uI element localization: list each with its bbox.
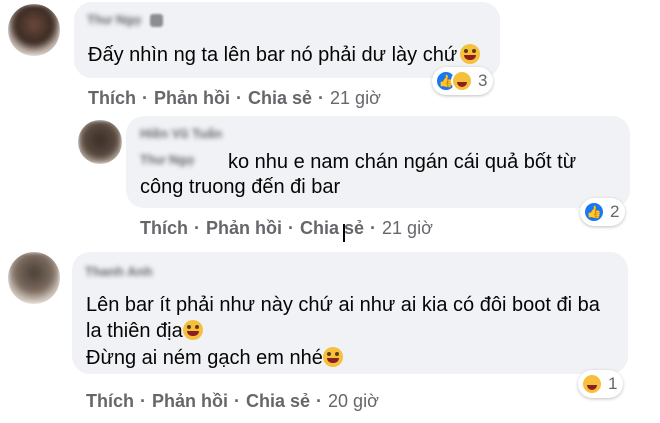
share-button[interactable]: Chia sẻ [300,218,364,238]
like-button[interactable]: Thích [140,218,188,238]
avatar[interactable] [78,120,122,164]
reply-button[interactable]: Phản hồi [152,391,228,411]
comment-text: ko nhu e nam chán ngán cái quả bốt từ [228,151,577,173]
comment-text: Đừng ai ném gạch em nhé [86,345,343,371]
avatar[interactable] [8,252,60,304]
comment-text: Lên bar ít phải như này chứ ai như ai ki… [86,294,600,316]
comment-actions: Thích · Phản hồi · Chia sẻ · 21 giờ [140,218,433,239]
comment-timestamp[interactable]: 20 giờ [328,391,379,411]
separator: · [318,88,325,108]
separator: · [316,391,323,411]
reaction-summary[interactable]: 👍 3 [432,67,494,95]
badge-icon [150,14,163,27]
comment-timestamp[interactable]: 21 giờ [382,218,433,238]
avatar[interactable] [8,4,60,56]
grin-emoji-icon [460,44,481,64]
comment-bubble: Thanh Anh Lên bar ít phải như này chứ ai… [72,252,628,374]
comment-author[interactable]: Hiền Vũ Tuấn [140,126,222,141]
like-button[interactable]: Thích [88,88,136,108]
text-cursor [343,224,345,242]
reaction-count: 1 [608,374,618,393]
separator: · [236,88,242,108]
reply-button[interactable]: Phản hồi [154,88,230,108]
haha-icon [581,373,603,395]
share-button[interactable]: Chia sẻ [248,88,312,108]
reaction-summary[interactable]: 👍 2 [580,198,626,226]
comment-bubble: Hiền Vũ Tuấn Thư Ngọ ko nhu e nam chán n… [126,116,630,208]
separator: · [370,218,377,238]
reaction-summary[interactable]: 1 [578,370,624,398]
reply-button[interactable]: Phản hồi [206,218,282,238]
reaction-count: 3 [478,71,488,90]
reaction-count: 2 [610,202,620,221]
share-button[interactable]: Chia sẻ [246,391,310,411]
rofl-emoji-icon [182,320,203,340]
separator: · [288,218,294,238]
comment-bubble: Thư Ngọ Đấy nhìn ng ta lên bar nó phải d… [74,2,500,78]
separator: · [140,391,146,411]
comment-author[interactable]: Thanh Anh [85,264,152,279]
comment-text: công truong đến đi bar [140,176,341,198]
comment-timestamp[interactable]: 21 giờ [330,88,381,108]
separator: · [142,88,148,108]
grin-emoji-icon [322,347,343,367]
comment-actions: Thích · Phản hồi · Chia sẻ · 21 giờ [88,88,381,109]
like-button[interactable]: Thích [86,391,134,411]
separator: · [234,391,240,411]
reply-mention[interactable]: Thư Ngọ [140,152,194,167]
comment-text: Đấy nhìn ng ta lên bar nó phải dư lày ch… [88,42,481,68]
haha-icon [451,70,473,92]
comment-text: la thiên địa [86,318,203,344]
comment-actions: Thích · Phản hồi · Chia sẻ · 20 giờ [86,391,379,412]
like-icon: 👍 [583,201,605,223]
separator: · [194,218,200,238]
comment-author[interactable]: Thư Ngọ [87,12,141,27]
